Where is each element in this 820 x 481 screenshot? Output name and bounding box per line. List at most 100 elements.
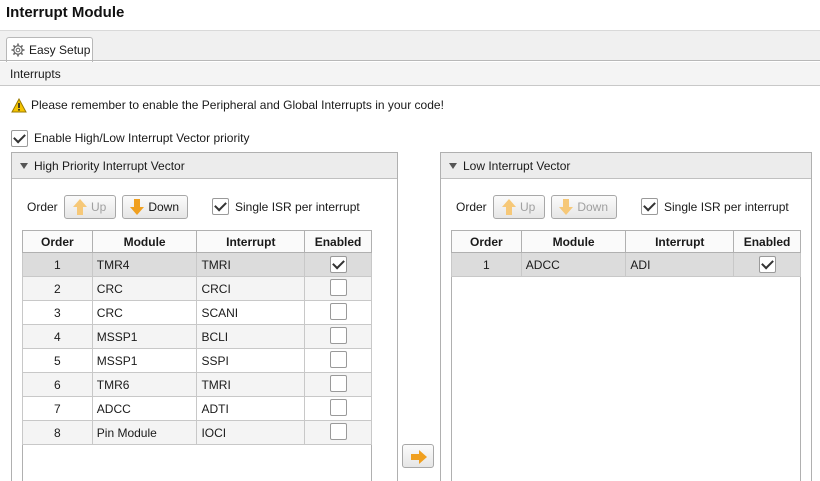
low-single-isr-row: Single ISR per interrupt (641, 198, 789, 215)
cell-interrupt: CRCI (196, 276, 306, 301)
cell-module: TMR4 (91, 252, 198, 277)
table-header-row: Order Module Interrupt Enabled (22, 230, 372, 253)
column-header-enabled[interactable]: Enabled (304, 230, 372, 253)
high-interrupt-table: Order Module Interrupt Enabled 1 TMR4 TM… (22, 230, 372, 445)
high-priority-header[interactable]: High Priority Interrupt Vector (12, 153, 397, 179)
high-down-button[interactable]: Down (121, 195, 188, 219)
warning-message: Please remember to enable the Peripheral… (11, 96, 444, 114)
cell-interrupt: TMRI (196, 252, 306, 277)
gear-icon (11, 43, 25, 57)
cell-enabled (304, 324, 372, 349)
enabled-checkbox[interactable] (329, 374, 347, 392)
column-header-order[interactable]: Order (22, 230, 93, 253)
cell-order: 7 (22, 396, 93, 421)
arrow-up-icon (502, 199, 517, 215)
low-order-controls: Order Up Down (456, 195, 617, 219)
tab-strip: Easy Setup (0, 30, 820, 62)
cell-module: ADCC (520, 252, 627, 277)
column-header-module[interactable]: Module (91, 230, 198, 253)
interrupts-section-header: Interrupts (0, 62, 820, 86)
table-row[interactable]: 4 MSSP1 BCLI (22, 324, 372, 349)
cell-interrupt: ADTI (196, 396, 306, 421)
enabled-checkbox[interactable] (329, 278, 347, 296)
table-row[interactable]: 5 MSSP1 SSPI (22, 348, 372, 373)
enabled-checkbox[interactable] (758, 256, 776, 273)
cell-module: CRC (91, 300, 198, 325)
column-header-interrupt[interactable]: Interrupt (196, 230, 306, 253)
cell-order: 2 (22, 276, 93, 301)
high-up-button[interactable]: Up (63, 195, 116, 219)
cell-enabled (304, 348, 372, 373)
low-priority-title: Low Interrupt Vector (463, 158, 571, 173)
cell-module: TMR6 (91, 372, 198, 397)
low-single-isr-checkbox[interactable] (641, 198, 658, 215)
table-row[interactable]: 1 ADCC ADI (451, 252, 801, 277)
cell-interrupt: BCLI (196, 324, 306, 349)
column-header-order[interactable]: Order (451, 230, 522, 253)
arrow-down-icon (130, 199, 145, 215)
column-header-interrupt[interactable]: Interrupt (625, 230, 735, 253)
cell-interrupt: IOCI (196, 420, 306, 445)
enabled-checkbox[interactable] (329, 326, 347, 344)
warning-text: Please remember to enable the Peripheral… (31, 98, 444, 112)
cell-enabled (304, 396, 372, 421)
enabled-checkbox[interactable] (329, 422, 347, 440)
table-header-row: Order Module Interrupt Enabled (451, 230, 801, 253)
cell-order: 8 (22, 420, 93, 445)
arrow-right-icon (411, 450, 427, 464)
low-down-button[interactable]: Down (550, 195, 617, 219)
high-single-isr-checkbox[interactable] (212, 198, 229, 215)
enabled-checkbox[interactable] (329, 350, 347, 368)
cell-order: 3 (22, 300, 93, 325)
high-single-isr-label: Single ISR per interrupt (235, 199, 360, 214)
tab-easy-setup[interactable]: Easy Setup (6, 37, 93, 62)
low-interrupt-table: Order Module Interrupt Enabled 1 ADCC AD… (451, 230, 801, 277)
cell-enabled (304, 372, 372, 397)
tab-divider (0, 60, 820, 61)
low-up-label: Up (520, 200, 536, 214)
high-down-label: Down (148, 200, 180, 214)
collapse-triangle-icon (449, 162, 457, 169)
enable-priority-label: Enable High/Low Interrupt Vector priorit… (34, 131, 250, 145)
table-row[interactable]: 8 Pin Module IOCI (22, 420, 372, 445)
move-to-low-button[interactable] (402, 444, 434, 468)
enable-priority-checkbox[interactable] (11, 129, 28, 147)
table-row[interactable]: 1 TMR4 TMRI (22, 252, 372, 277)
cell-module: MSSP1 (91, 324, 198, 349)
column-header-enabled[interactable]: Enabled (733, 230, 801, 253)
cell-enabled (304, 276, 372, 301)
arrow-down-icon (559, 199, 574, 215)
table-row[interactable]: 7 ADCC ADTI (22, 396, 372, 421)
cell-order: 1 (451, 252, 522, 277)
table-row[interactable]: 3 CRC SCANI (22, 300, 372, 325)
low-priority-header[interactable]: Low Interrupt Vector (441, 153, 811, 179)
cell-module: CRC (91, 276, 198, 301)
cell-order: 6 (22, 372, 93, 397)
cell-enabled (733, 252, 801, 277)
column-header-module[interactable]: Module (520, 230, 627, 253)
cell-interrupt: SSPI (196, 348, 306, 373)
low-single-isr-label: Single ISR per interrupt (664, 199, 789, 214)
cell-order: 1 (22, 252, 93, 277)
enabled-checkbox[interactable] (329, 398, 347, 416)
low-up-button[interactable]: Up (492, 195, 545, 219)
cell-enabled (304, 300, 372, 325)
cell-interrupt: SCANI (196, 300, 306, 325)
high-order-label: Order (27, 200, 58, 214)
cell-interrupt: ADI (625, 252, 735, 277)
enable-priority-row: Enable High/Low Interrupt Vector priorit… (11, 129, 249, 147)
cell-order: 4 (22, 324, 93, 349)
high-single-isr-row: Single ISR per interrupt (212, 198, 360, 215)
cell-module: MSSP1 (91, 348, 198, 373)
enabled-checkbox[interactable] (329, 256, 347, 273)
table-row[interactable]: 6 TMR6 TMRI (22, 372, 372, 397)
cell-enabled (304, 420, 372, 445)
low-down-label: Down (577, 200, 609, 214)
low-order-label: Order (456, 200, 487, 214)
enabled-checkbox[interactable] (329, 302, 347, 320)
table-row[interactable]: 2 CRC CRCI (22, 276, 372, 301)
page-title: Interrupt Module (6, 4, 125, 21)
cell-module: Pin Module (91, 420, 198, 445)
arrow-up-icon (73, 199, 88, 215)
cell-module: ADCC (91, 396, 198, 421)
